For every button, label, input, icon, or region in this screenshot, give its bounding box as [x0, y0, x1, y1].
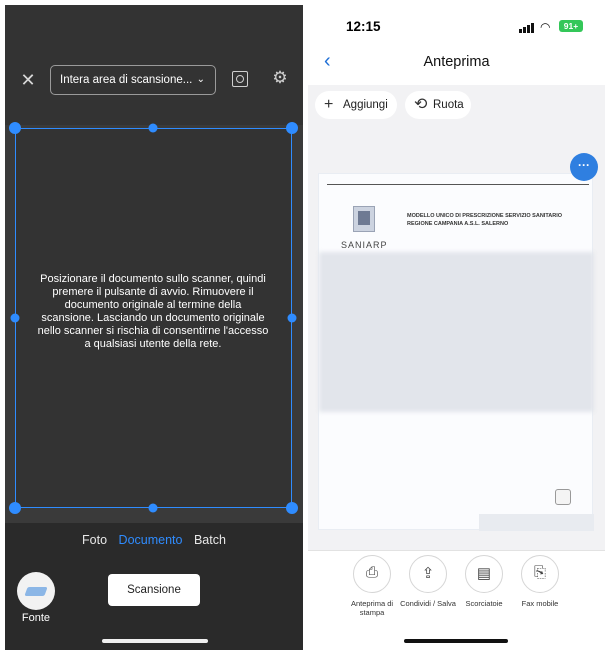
document-brand: SANIARP: [341, 240, 388, 250]
tool-shortcuts[interactable]: ▤ Scorciatoie: [456, 555, 512, 608]
scan-instructions: Posizionare il documento sullo scanner, …: [37, 273, 269, 350]
region-logo-icon: [353, 206, 375, 232]
document-header-line1: MODELLO UNICO DI PRESCRIZIONE SERVIZIO S…: [407, 213, 563, 219]
tool-label: Fax mobile: [521, 599, 559, 608]
corner-handle-top-left[interactable]: [9, 122, 21, 134]
mode-documento[interactable]: Documento: [119, 533, 183, 547]
edge-handle-right[interactable]: [287, 313, 297, 323]
wifi-icon: ◠: [540, 20, 551, 34]
tool-label: Scorciatoie: [465, 599, 503, 608]
home-indicator: [404, 639, 508, 643]
page-title: Anteprima: [423, 54, 490, 70]
corner-handle-bottom-left[interactable]: [9, 502, 21, 514]
home-indicator: [102, 639, 208, 643]
gear-icon[interactable]: ⚙: [271, 69, 289, 87]
preview-panel: 12:15 ◠ 91+ ‹ Anteprima + Aggiungi ⟲ Ruo…: [308, 5, 605, 650]
mode-selector: Foto Documento Batch: [5, 533, 303, 547]
tool-label: Condividi / Salva: [400, 599, 456, 608]
corner-handle-top-right[interactable]: [286, 122, 298, 134]
edge-handle-top[interactable]: [148, 123, 158, 133]
mode-batch[interactable]: Batch: [194, 533, 226, 547]
chevron-down-icon: ⌄: [196, 74, 205, 85]
document-rule: [327, 184, 589, 185]
more-options-button[interactable]: ···: [570, 153, 598, 181]
tool-mobile-fax[interactable]: ⎘ Fax mobile: [512, 555, 568, 608]
close-icon[interactable]: ✕: [19, 71, 37, 89]
rotate-button[interactable]: ⟲ Ruota: [405, 91, 471, 119]
copy-icon[interactable]: [555, 489, 571, 505]
add-button-label: Aggiungi: [343, 99, 388, 111]
fax-icon: ⎘: [521, 555, 559, 593]
add-button[interactable]: + Aggiungi: [315, 91, 397, 119]
corner-handle-bottom-right[interactable]: [286, 502, 298, 514]
signal-icon: [519, 23, 534, 33]
document-header-line2: REGIONE CAMPANIA A.S.L. SALERNO: [407, 221, 509, 227]
scan-button[interactable]: Scansione: [108, 574, 200, 606]
tool-label: Anteprima di stampa: [350, 599, 394, 617]
blurred-footer: [479, 514, 594, 531]
mode-foto[interactable]: Foto: [82, 533, 107, 547]
printer-icon: ⎙: [353, 555, 391, 593]
scan-area-select[interactable]: Intera area di scansione... ⌄: [50, 65, 216, 95]
scanner-panel: ✕ Intera area di scansione... ⌄ ⚙ Posizi…: [5, 5, 303, 650]
source-label: Fonte: [21, 612, 51, 624]
blurred-content: [319, 252, 594, 412]
plus-icon: +: [324, 96, 334, 113]
battery-indicator: 91+: [559, 20, 583, 32]
shortcut-icon: ▤: [465, 555, 503, 593]
edge-handle-left[interactable]: [10, 313, 20, 323]
document-header: MODELLO UNICO DI PRESCRIZIONE SERVIZIO S…: [407, 212, 562, 228]
edge-handle-bottom[interactable]: [148, 503, 158, 513]
rotate-button-label: Ruota: [433, 99, 464, 111]
toolbar-divider: [308, 550, 605, 551]
tool-print-preview[interactable]: ⎙ Anteprima di stampa: [344, 555, 400, 617]
preview-icon[interactable]: [232, 71, 248, 87]
status-time: 12:15: [346, 19, 381, 34]
scanner-source-icon[interactable]: [17, 572, 55, 610]
rotate-icon: ⟲: [414, 96, 428, 113]
document-preview[interactable]: MODELLO UNICO DI PRESCRIZIONE SERVIZIO S…: [318, 173, 594, 531]
scan-area-select-label: Intera area di scansione...: [60, 74, 193, 86]
tool-share-save[interactable]: ⇪ Condividi / Salva: [400, 555, 456, 608]
share-icon: ⇪: [409, 555, 447, 593]
